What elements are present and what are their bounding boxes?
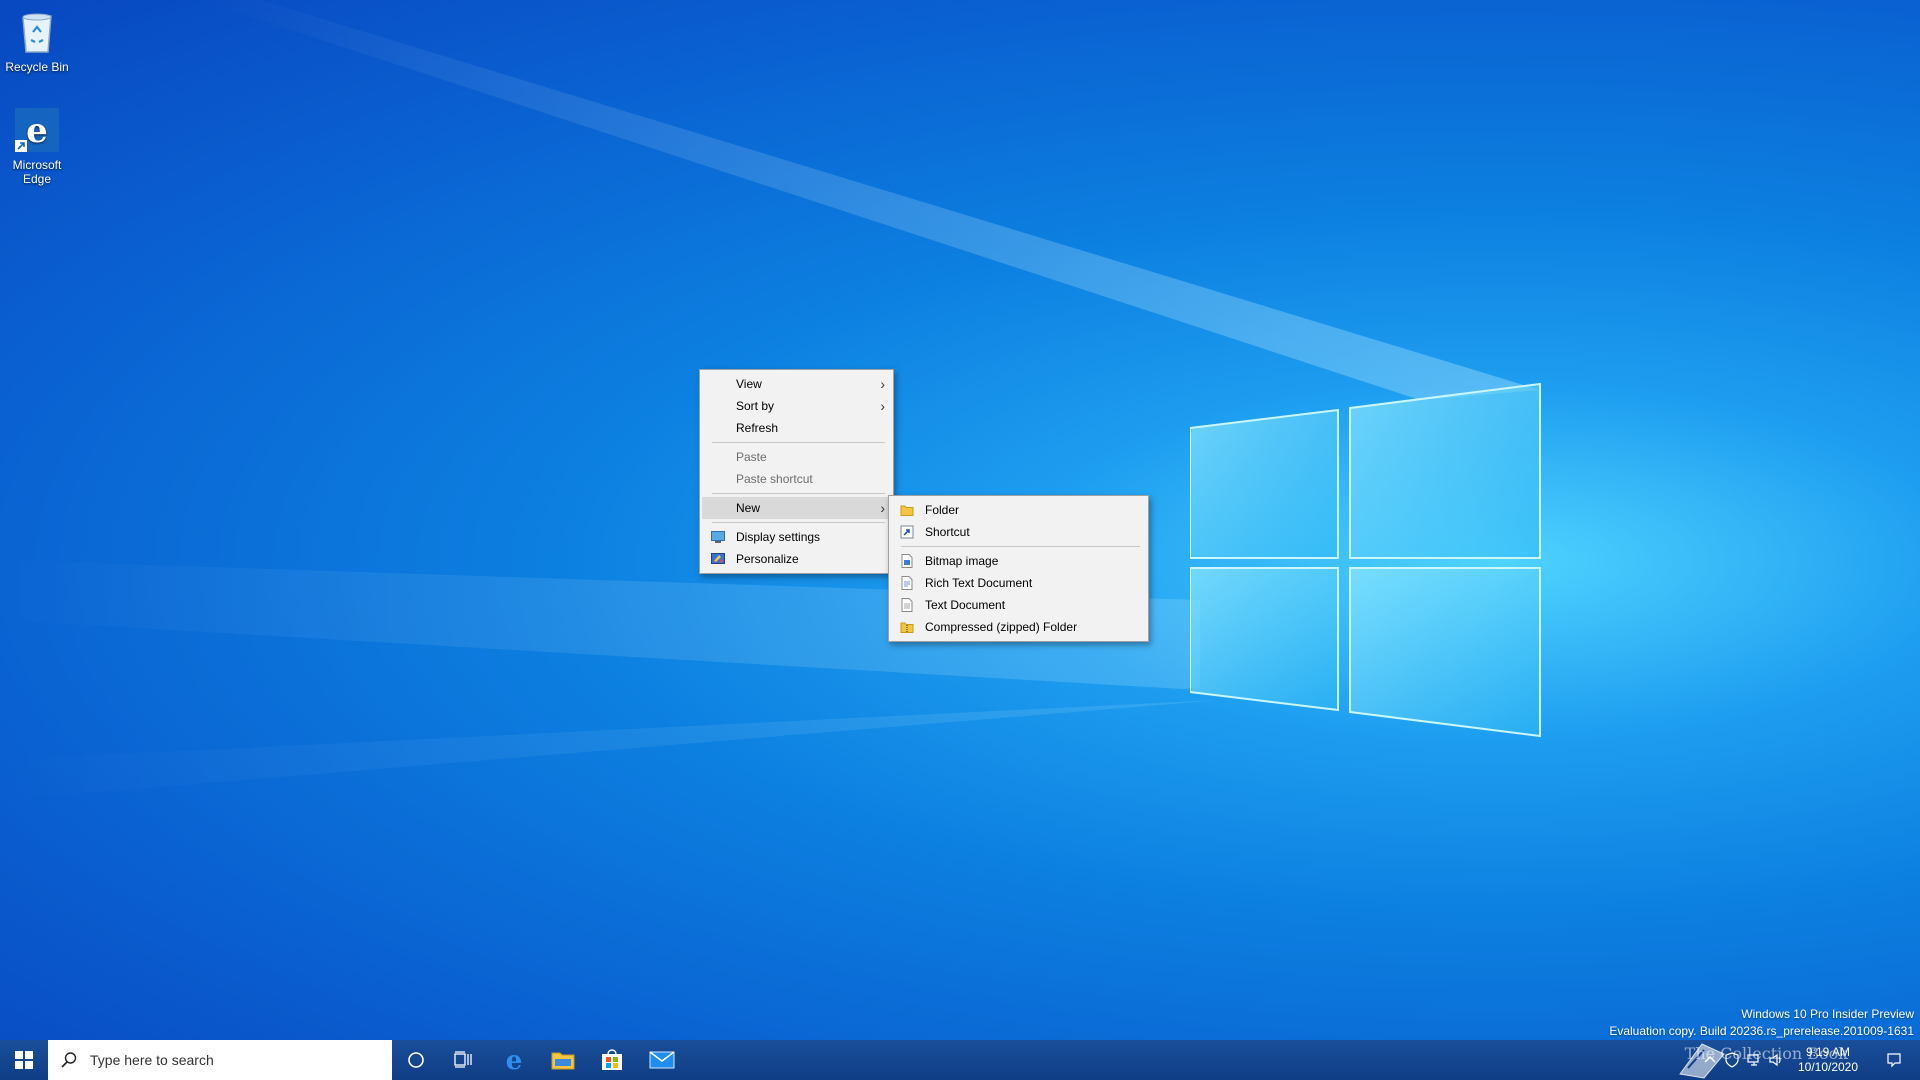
- menu-item-new[interactable]: New ›: [702, 497, 891, 519]
- system-tray: The Collection Book 9:19 AM 10/10/2020: [1540, 1040, 1920, 1080]
- taskbar-file-explorer[interactable]: [539, 1040, 587, 1080]
- task-view-button[interactable]: [440, 1040, 488, 1080]
- windows-start-icon: [15, 1051, 33, 1069]
- submenu-item-shortcut[interactable]: Shortcut: [891, 521, 1146, 543]
- start-button[interactable]: [0, 1040, 48, 1080]
- edge-icon: e: [13, 106, 61, 154]
- submenu-item-rich-text-document[interactable]: Rich Text Document: [891, 572, 1146, 594]
- task-view-icon: [454, 1051, 472, 1068]
- menu-item-personalize[interactable]: Personalize: [702, 548, 891, 570]
- menu-item-label: New: [736, 501, 761, 515]
- action-center-icon[interactable]: [1886, 1052, 1902, 1068]
- menu-item-label: Bitmap image: [925, 554, 999, 568]
- svg-text:e: e: [506, 1048, 523, 1072]
- watermark-line2: Evaluation copy. Build 20236.rs_prerelea…: [1609, 1024, 1914, 1038]
- folder-icon: [900, 505, 914, 516]
- defender-icon[interactable]: [1724, 1052, 1740, 1068]
- menu-item-label: Personalize: [736, 552, 799, 566]
- taskbar-edge[interactable]: e: [490, 1040, 538, 1080]
- menu-item-label: Rich Text Document: [925, 576, 1033, 590]
- menu-separator: [712, 442, 885, 443]
- watermark-line1: Windows 10 Pro Insider Preview: [1741, 1007, 1914, 1021]
- personalize-icon: [711, 553, 725, 564]
- menu-item-label: View: [736, 377, 762, 391]
- chevron-right-icon: ›: [880, 376, 885, 392]
- menu-separator: [712, 493, 885, 494]
- network-icon[interactable]: [1746, 1052, 1762, 1068]
- taskbar-store[interactable]: [588, 1040, 636, 1080]
- submenu-item-folder[interactable]: Folder: [891, 499, 1146, 521]
- text-document-icon: [901, 598, 913, 612]
- menu-item-label: Display settings: [736, 530, 821, 544]
- menu-item-view[interactable]: View ›: [702, 373, 891, 395]
- taskbar-search-box[interactable]: Type here to search: [48, 1040, 392, 1080]
- menu-item-label: Paste: [736, 450, 767, 464]
- submenu-item-compressed-folder[interactable]: Compressed (zipped) Folder: [891, 616, 1146, 638]
- menu-separator: [712, 522, 885, 523]
- submenu-item-bitmap-image[interactable]: Bitmap image: [891, 550, 1146, 572]
- clock-time: 9:19 AM: [1805, 1045, 1851, 1059]
- search-icon: [61, 1052, 77, 1068]
- menu-item-label: Folder: [925, 503, 960, 517]
- clock-date: 10/10/2020: [1797, 1060, 1859, 1074]
- desktop-icon-label: Recycle Bin: [5, 60, 69, 74]
- shortcut-icon: [900, 525, 914, 539]
- zip-folder-icon: [900, 622, 914, 633]
- desktop-icon-label: Microsoft Edge: [12, 158, 62, 186]
- rich-text-document-icon: [901, 576, 913, 590]
- menu-separator: [901, 546, 1140, 547]
- windows-logo-wallpaper: [1189, 380, 1550, 740]
- menu-item-paste[interactable]: Paste: [702, 446, 891, 468]
- submenu-item-text-document[interactable]: Text Document: [891, 594, 1146, 616]
- menu-item-label: Paste shortcut: [736, 472, 813, 486]
- new-submenu: Folder Shortcut Bitmap image Rich Text D…: [888, 495, 1149, 642]
- cortana-icon: [408, 1052, 424, 1068]
- recycle-bin-icon: [13, 8, 61, 56]
- menu-item-sort-by[interactable]: Sort by ›: [702, 395, 891, 417]
- svg-text:e: e: [26, 111, 48, 151]
- chevron-right-icon: ›: [880, 500, 885, 516]
- file-explorer-icon: [551, 1052, 575, 1070]
- bitmap-image-icon: [901, 554, 913, 568]
- chevron-up-icon[interactable]: [1702, 1052, 1718, 1068]
- menu-item-label: Sort by: [736, 399, 775, 413]
- taskbar-clock[interactable]: 9:19 AM 10/10/2020: [1788, 1045, 1868, 1075]
- menu-item-display-settings[interactable]: Display settings: [702, 526, 891, 548]
- display-settings-icon: [711, 531, 725, 543]
- menu-item-label: Text Document: [925, 598, 1006, 612]
- menu-item-label: Compressed (zipped) Folder: [925, 620, 1078, 634]
- taskbar: Type here to search e The Collection Boo…: [0, 1040, 1920, 1080]
- menu-item-label: Refresh: [736, 421, 779, 435]
- desktop[interactable]: Recycle Bin e Microsoft Edge View › Sort…: [0, 0, 1920, 1040]
- menu-item-refresh[interactable]: Refresh: [702, 417, 891, 439]
- menu-item-paste-shortcut[interactable]: Paste shortcut: [702, 468, 891, 490]
- menu-item-label: Shortcut: [925, 525, 970, 539]
- search-placeholder: Type here to search: [90, 1052, 214, 1068]
- edge-icon: e: [506, 1048, 523, 1072]
- windows-watermark: Windows 10 Pro Insider Preview Evaluatio…: [1609, 1006, 1914, 1040]
- desktop-icon-edge[interactable]: e Microsoft Edge: [0, 106, 77, 186]
- mail-icon: [649, 1051, 675, 1069]
- store-icon: [602, 1049, 622, 1070]
- cortana-button[interactable]: [392, 1040, 440, 1080]
- volume-icon[interactable]: [1768, 1052, 1784, 1068]
- desktop-context-menu: View › Sort by › Refresh Paste Paste sho…: [699, 369, 894, 574]
- desktop-icon-recycle-bin[interactable]: Recycle Bin: [0, 8, 77, 74]
- chevron-right-icon: ›: [880, 398, 885, 414]
- taskbar-mail[interactable]: [638, 1040, 686, 1080]
